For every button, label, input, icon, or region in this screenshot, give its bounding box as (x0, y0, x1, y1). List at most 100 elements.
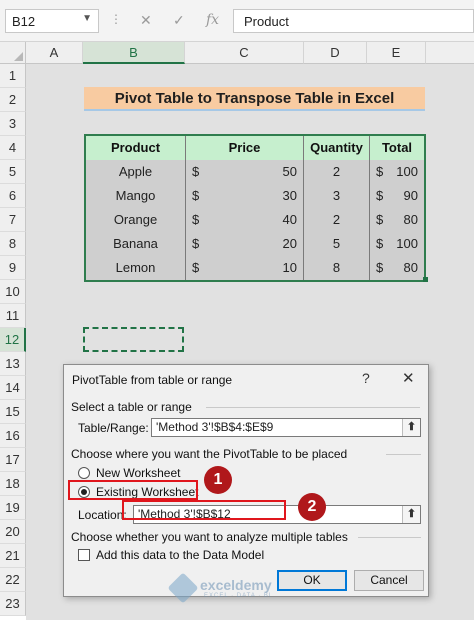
cell-quantity[interactable]: 2 (304, 160, 370, 184)
collapse-dialog-icon[interactable]: ⬆ (402, 419, 420, 436)
formula-input[interactable]: Product (233, 9, 474, 33)
header-product[interactable]: Product (86, 136, 186, 160)
chevron-down-icon[interactable]: ▼ (82, 13, 92, 24)
header-price[interactable]: Price (186, 136, 304, 160)
row-header[interactable]: 7 (0, 208, 26, 232)
cell-quantity[interactable]: 8 (304, 256, 370, 280)
section-multiple-tables: Choose whether you want to analyze multi… (71, 530, 348, 544)
currency-symbol: $ (376, 164, 384, 179)
row-header[interactable]: 18 (0, 472, 26, 496)
currency-symbol: $ (376, 260, 384, 275)
cell-quantity[interactable]: 3 (304, 184, 370, 208)
cell-price[interactable]: $20 (186, 232, 304, 256)
row-header[interactable]: 6 (0, 184, 26, 208)
step-badge-2: 2 (298, 493, 326, 521)
header-quantity[interactable]: Quantity (304, 136, 370, 160)
row-header[interactable]: 21 (0, 544, 26, 568)
row-header[interactable]: 19 (0, 496, 26, 520)
row-header[interactable]: 3 (0, 112, 26, 136)
table-row: Lemon $10 8 $80 (86, 256, 424, 280)
row-header[interactable]: 14 (0, 376, 26, 400)
total-value: 90 (403, 188, 418, 203)
insert-function-icon[interactable]: fx (206, 12, 219, 28)
cell-product[interactable]: Banana (86, 232, 186, 256)
highlight-existing-worksheet (68, 480, 198, 500)
close-icon[interactable]: ✕ (402, 369, 415, 387)
watermark-name: exceldemy (200, 577, 272, 593)
row-header[interactable]: 11 (0, 304, 26, 328)
row-header-selected[interactable]: 12 (0, 328, 26, 352)
price-value: 30 (282, 188, 297, 203)
total-value: 100 (396, 164, 418, 179)
table-header-row: Product Price Quantity Total (86, 136, 424, 160)
select-all-corner[interactable] (0, 42, 26, 64)
new-worksheet-label[interactable]: New Worksheet (96, 466, 180, 480)
price-value: 40 (282, 212, 297, 227)
column-header-b[interactable]: B (83, 42, 185, 64)
data-model-checkbox[interactable] (78, 549, 90, 561)
row-header[interactable]: 20 (0, 520, 26, 544)
row-header[interactable]: 5 (0, 160, 26, 184)
new-worksheet-radio[interactable] (78, 467, 90, 479)
data-table[interactable]: Product Price Quantity Total Apple $50 2… (84, 134, 426, 282)
row-header[interactable]: 9 (0, 256, 26, 280)
cell-product[interactable]: Orange (86, 208, 186, 232)
cell-total[interactable]: $90 (370, 184, 424, 208)
collapse-dialog-icon[interactable]: ⬆ (402, 506, 420, 523)
row-header[interactable]: 4 (0, 136, 26, 160)
row-header[interactable]: 22 (0, 568, 26, 592)
data-model-label[interactable]: Add this data to the Data Model (96, 548, 264, 562)
formula-bar: B12 ▼ ⋮ ✕ ✓ fx Product (0, 0, 474, 42)
currency-symbol: $ (376, 212, 384, 227)
cell-product[interactable]: Lemon (86, 256, 186, 280)
row-header[interactable]: 2 (0, 88, 26, 112)
cell-total[interactable]: $80 (370, 256, 424, 280)
row-header[interactable]: 16 (0, 424, 26, 448)
divider (206, 407, 420, 408)
fill-handle[interactable] (423, 277, 428, 282)
cell-product[interactable]: Mango (86, 184, 186, 208)
cell-total[interactable]: $100 (370, 160, 424, 184)
step-badge-1: 1 (204, 466, 232, 494)
name-box[interactable]: B12 ▼ (5, 9, 99, 33)
cell-price[interactable]: $30 (186, 184, 304, 208)
currency-symbol: $ (192, 212, 200, 227)
currency-symbol: $ (192, 164, 200, 179)
row-header[interactable]: 15 (0, 400, 26, 424)
row-header[interactable]: 17 (0, 448, 26, 472)
price-value: 50 (282, 164, 297, 179)
name-box-value: B12 (12, 14, 36, 29)
table-range-input[interactable]: 'Method 3'!$B$4:$E$9 ⬆ (151, 418, 421, 437)
column-header-a[interactable]: A (26, 42, 83, 64)
dialog-title: PivotTable from table or range (72, 373, 233, 387)
resize-handle[interactable]: ⋮ (110, 12, 122, 26)
header-total[interactable]: Total (370, 136, 424, 160)
row-header[interactable]: 13 (0, 352, 26, 376)
location-label: Location: (78, 508, 127, 522)
row-header[interactable]: 8 (0, 232, 26, 256)
cell-quantity[interactable]: 2 (304, 208, 370, 232)
cell-price[interactable]: $50 (186, 160, 304, 184)
column-header-d[interactable]: D (304, 42, 367, 64)
column-header-f[interactable] (426, 42, 474, 64)
sheet-title[interactable]: Pivot Table to Transpose Table in Excel (84, 87, 425, 111)
cancel-icon[interactable]: ✕ (140, 12, 152, 29)
row-header[interactable]: 1 (0, 64, 26, 88)
column-header-c[interactable]: C (185, 42, 304, 64)
cell-quantity[interactable]: 5 (304, 232, 370, 256)
cell-price[interactable]: $40 (186, 208, 304, 232)
cell-price[interactable]: $10 (186, 256, 304, 280)
divider (386, 454, 421, 455)
column-header-e[interactable]: E (367, 42, 426, 64)
help-icon[interactable]: ? (362, 370, 370, 386)
cancel-button[interactable]: Cancel (354, 570, 424, 591)
enter-icon[interactable]: ✓ (173, 12, 185, 29)
row-header[interactable]: 23 (0, 592, 26, 616)
selected-cell-b12[interactable] (83, 327, 184, 352)
total-value: 100 (396, 236, 418, 251)
currency-symbol: $ (192, 260, 200, 275)
cell-total[interactable]: $100 (370, 232, 424, 256)
cell-total[interactable]: $80 (370, 208, 424, 232)
cell-product[interactable]: Apple (86, 160, 186, 184)
row-header[interactable]: 10 (0, 280, 26, 304)
